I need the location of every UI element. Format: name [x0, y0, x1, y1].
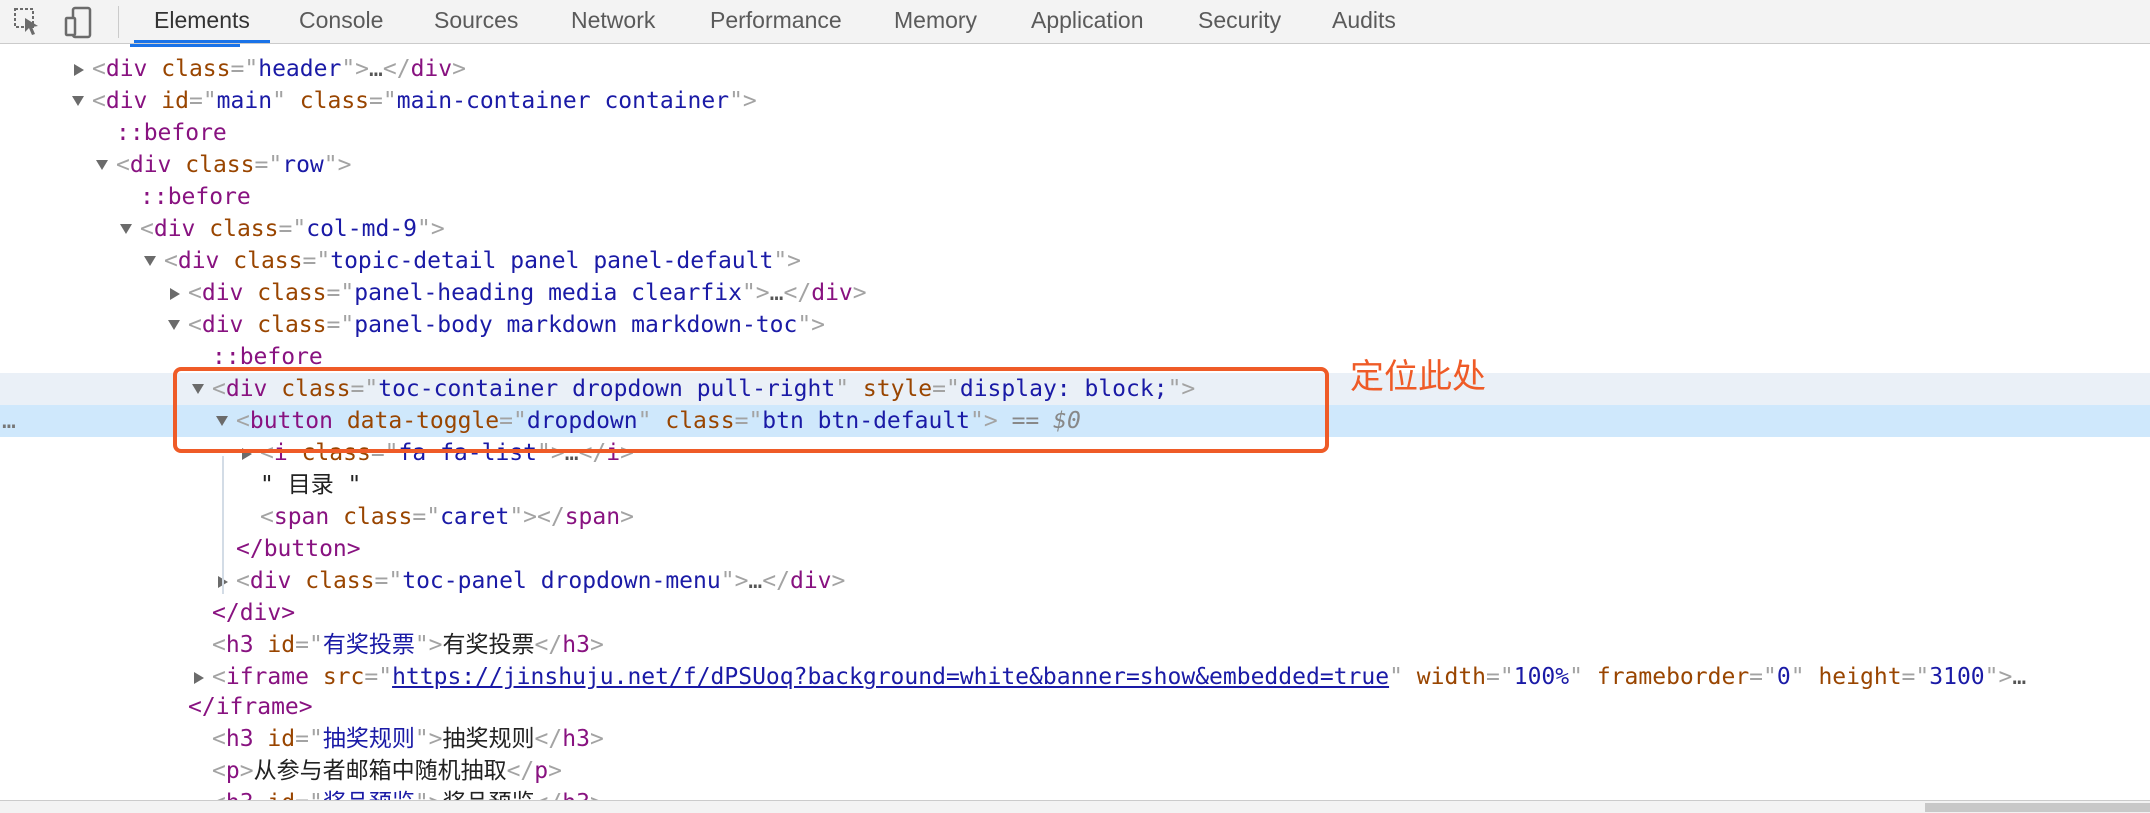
node-iframe: <iframe src="https://jinshuju.net/f/dPSU…: [212, 664, 2027, 690]
node-row-iframe[interactable]: <iframe src="https://jinshuju.net/f/dPSU…: [0, 661, 2150, 693]
scroll-cut-line: [130, 44, 240, 47]
node-row-text[interactable]: " 目录 ": [0, 469, 2150, 501]
tab-audits[interactable]: Audits: [1332, 0, 1396, 42]
highlight-box: [173, 367, 1329, 453]
expand-arrow-icon[interactable]: [194, 672, 204, 684]
annotation-label: 定位此处: [1350, 357, 1486, 397]
tab-console[interactable]: Console: [299, 0, 383, 42]
node-row-col[interactable]: <div class="col-md-9">: [0, 213, 2150, 245]
expand-arrow-icon[interactable]: [170, 288, 180, 300]
node-col-div: <div class="col-md-9">: [140, 216, 445, 242]
node-row-body[interactable]: <div class="panel-body markdown markdown…: [0, 309, 2150, 341]
more-dots-icon[interactable]: …: [2, 405, 16, 437]
node-header: <div class="header">…</div>: [92, 56, 466, 82]
node-span: <span class="caret"></span>: [260, 504, 634, 530]
node-heading-div: <div class="panel-heading media clearfix…: [188, 280, 867, 306]
pseudo-before: ::before: [140, 184, 251, 210]
devtools-toolbar: Elements Console Sources Network Perform…: [0, 0, 2150, 44]
text-node: " 目录 ": [260, 472, 362, 498]
collapse-arrow-icon[interactable]: [72, 96, 84, 106]
node-body-div: <div class="panel-body markdown markdown…: [188, 312, 826, 338]
node-row-heading[interactable]: <div class="panel-heading media clearfix…: [0, 277, 2150, 309]
tab-elements[interactable]: Elements: [134, 0, 270, 43]
scrollbar-thumb[interactable]: [1925, 803, 2150, 812]
node-row-div-close[interactable]: </div>: [0, 597, 2150, 629]
node-row-div: <div class="row">: [116, 152, 352, 178]
pseudo-before: ::before: [116, 120, 227, 146]
tab-performance[interactable]: Performance: [710, 0, 842, 42]
node-p: <p>从参与者邮箱中随机抽取</p>: [212, 758, 562, 784]
node-row-iframe-close[interactable]: </iframe>: [0, 691, 2150, 723]
node-row-toc-panel[interactable]: <div class="toc-panel dropdown-menu">…</…: [0, 565, 2150, 597]
node-h3-partial: <h3 id="奖品预览">奖品预览</h3>: [212, 787, 604, 801]
node-main: <div id="main" class="main-container con…: [92, 88, 757, 114]
collapse-arrow-icon[interactable]: [144, 256, 156, 266]
node-row-h3-vote[interactable]: <h3 id="有奖投票">有奖投票</h3>: [0, 629, 2150, 661]
node-row-before-2[interactable]: ::before: [0, 181, 2150, 213]
iframe-src-link[interactable]: https://jinshuju.net/f/dPSUoq?background…: [392, 664, 1389, 690]
tab-application[interactable]: Application: [1031, 0, 1144, 42]
node-topic-div: <div class="topic-detail panel panel-def…: [164, 248, 802, 274]
tab-network[interactable]: Network: [571, 0, 655, 42]
node-row-h3-rules[interactable]: <h3 id="抽奖规则">抽奖规则</h3>: [0, 723, 2150, 755]
node-toc-panel: <div class="toc-panel dropdown-menu">…</…: [236, 568, 846, 594]
horizontal-scrollbar[interactable]: [0, 800, 2150, 813]
node-h3-vote: <h3 id="有奖投票">有奖投票</h3>: [212, 632, 604, 658]
expand-arrow-icon[interactable]: [74, 64, 84, 76]
collapse-arrow-icon[interactable]: [96, 160, 108, 170]
tab-memory[interactable]: Memory: [894, 0, 977, 42]
node-row-p[interactable]: <p>从参与者邮箱中随机抽取</p>: [0, 755, 2150, 787]
node-row-button-close[interactable]: </button>: [0, 533, 2150, 565]
indent-guide: [222, 456, 224, 594]
tab-sources[interactable]: Sources: [434, 0, 518, 42]
node-row-header[interactable]: <div class="header">…</div>: [0, 53, 2150, 85]
node-row-main[interactable]: <div id="main" class="main-container con…: [0, 85, 2150, 117]
closing-tag: </button>: [236, 536, 361, 562]
node-row-before-1[interactable]: ::before: [0, 117, 2150, 149]
closing-tag: </div>: [212, 600, 296, 626]
node-row-topic[interactable]: <div class="topic-detail panel panel-def…: [0, 245, 2150, 277]
device-toggle-icon[interactable]: [60, 0, 94, 44]
node-row-h3-partial[interactable]: <h3 id="奖品预览">奖品预览</h3>: [0, 787, 2150, 801]
collapse-arrow-icon[interactable]: [168, 320, 180, 330]
closing-tag: </iframe>: [188, 694, 313, 720]
toolbar-separator: [118, 6, 119, 38]
tab-security[interactable]: Security: [1198, 0, 1281, 42]
node-row-row[interactable]: <div class="row">: [0, 149, 2150, 181]
node-row-span[interactable]: <span class="caret"></span>: [0, 501, 2150, 533]
cursor-select-icon[interactable]: [8, 0, 42, 44]
node-h3-rules: <h3 id="抽奖规则">抽奖规则</h3>: [212, 726, 604, 752]
collapse-arrow-icon[interactable]: [120, 224, 132, 234]
